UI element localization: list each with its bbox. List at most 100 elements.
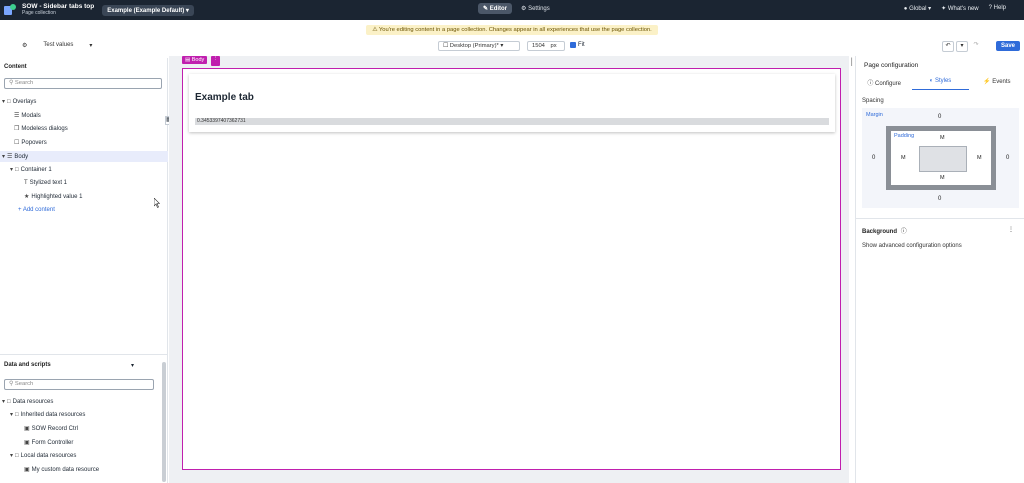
search-icon: ⚲ (9, 381, 14, 387)
data-search-input[interactable]: ⚲ Search (4, 379, 154, 390)
app-logo-icon (4, 4, 16, 16)
tab-configure[interactable]: ⓘ Configure (856, 78, 912, 90)
test-values-icon: ⚙ (22, 43, 28, 49)
margin-right-value[interactable]: 0 (1006, 155, 1009, 161)
padding-left-value[interactable]: M (901, 155, 906, 161)
tree-label: Local data resources (20, 452, 77, 459)
panel-title: Page configuration (864, 62, 919, 69)
chevron-down-icon: ▾ (10, 412, 14, 418)
add-content-link[interactable]: + Add content (18, 207, 55, 213)
margin-top-value[interactable]: 0 (938, 114, 941, 120)
chevron-down-icon: ▾ (10, 453, 14, 459)
chevron-down-icon[interactable]: ▾ (131, 362, 134, 369)
background-section[interactable]: Background ⓘ (862, 226, 907, 235)
tree-item-highlighted-value[interactable]: ★ Highlighted value 1 (24, 193, 83, 201)
padding-bottom-value[interactable]: M (940, 175, 945, 181)
layout-icon: ☰ (7, 154, 13, 160)
text-icon: T (24, 180, 28, 186)
fit-checkbox[interactable]: Fit (570, 42, 585, 48)
tree-label: Container 1 (20, 166, 52, 173)
tree-item-form-controller[interactable]: ▣ Form Controller (24, 439, 74, 447)
checkbox-checked-icon (570, 42, 576, 48)
body-selection-tag[interactable]: ▤ Body (182, 56, 208, 64)
tree-label: Data resources (12, 398, 54, 405)
padding-right-value[interactable]: M (977, 155, 982, 161)
tree-label: Modals (21, 112, 41, 119)
tree-item-stylized-text[interactable]: T Stylized text 1 (24, 180, 67, 186)
tree-item-body[interactable]: ▾ ☰ Body (2, 153, 28, 161)
tree-label: Stylized text 1 (29, 180, 68, 186)
tree-label: My custom data resource (31, 466, 100, 473)
tree-item-popovers[interactable]: ☐ Popovers (14, 139, 47, 147)
editor-tab[interactable]: ✎ Editor (478, 3, 513, 14)
device-selector[interactable]: ☐ Desktop (Primary)* ▾ (438, 41, 520, 51)
list-icon: ☰ (14, 113, 20, 119)
top-bar: SOW - Sidebar tabs top Page collection E… (0, 0, 1024, 20)
tree-item-local-data[interactable]: ▾ □ Local data resources (10, 452, 77, 460)
collapse-panel-icon[interactable]: │ (850, 59, 854, 66)
dialog-icon: ❐ (14, 126, 20, 132)
canvas-width-input[interactable]: 1504 px (527, 41, 565, 51)
tree-label: Popovers (21, 139, 47, 146)
whats-new-button[interactable]: ✦ What's new (941, 5, 979, 12)
star-icon: ★ (24, 194, 30, 200)
tree-item-modeless-dialogs[interactable]: ❐ Modeless dialogs (14, 125, 68, 133)
folder-icon: □ (15, 411, 19, 418)
chevron-down-icon: ▾ (2, 154, 6, 160)
tree-item-inherited-data[interactable]: ▾ □ Inherited data resources (10, 411, 85, 419)
app-subtitle: Page collection (22, 10, 56, 17)
canvas-area: ▤ Body ⋮ Example tab 0.3453397407362731 (169, 56, 849, 483)
undo-button[interactable]: ↶ (942, 41, 954, 52)
container-widget[interactable]: Example tab 0.3453397407362731 (189, 74, 835, 132)
tree-item-data-resources[interactable]: ▾ □ Data resources (2, 398, 54, 406)
content-search-input[interactable]: ⚲ Search (4, 78, 162, 89)
chevron-down-icon: ▾ (10, 167, 14, 173)
tree-label: Form Controller (31, 439, 74, 446)
search-placeholder: Search (14, 80, 34, 86)
canvas-width-unit: px (550, 43, 557, 49)
tree-item-container[interactable]: ▾ □ Container 1 (10, 166, 52, 174)
spacing-header: Spacing (862, 98, 884, 104)
margin-bottom-value[interactable]: 0 (938, 196, 941, 202)
tab-events[interactable]: ⚡ Events (969, 78, 1024, 90)
help-button[interactable]: ? Help (989, 5, 1006, 12)
app-titles: SOW - Sidebar tabs top Page collection (22, 3, 94, 17)
redo-button[interactable]: ↷ (970, 41, 982, 52)
experience-selector[interactable]: Example (Example Default) ▾ (102, 4, 194, 16)
page-canvas[interactable]: Example tab 0.3453397407362731 (182, 68, 841, 470)
widget-title[interactable]: Example tab (195, 92, 254, 103)
tree-label: Highlighted value 1 (31, 193, 83, 200)
tab-styles[interactable]: ◐ Styles (912, 78, 969, 90)
test-values-selector[interactable]: ⚙ Test values ▾ (22, 42, 92, 49)
chevron-down-icon: ▾ (2, 99, 6, 105)
test-values-label: Test values (43, 42, 74, 48)
config-panel: │ Page configuration ⓘ Configure ◐ Style… (850, 56, 1024, 483)
highlighted-value[interactable]: 0.3453397407362731 (195, 118, 829, 125)
content-box (919, 146, 967, 172)
editor-toolbar: ⚙ Test values ▾ ☐ Desktop (Primary)* ▾ 1… (0, 40, 1024, 56)
fit-label: Fit (578, 42, 585, 48)
data-scripts-header[interactable]: Data and scripts (4, 362, 51, 368)
body-tag-menu-icon[interactable]: ⋮ (211, 56, 220, 66)
advanced-options-link[interactable]: Show advanced configuration options (862, 243, 962, 249)
tree-item-custom-data[interactable]: ▣ My custom data resource (24, 466, 100, 474)
sidebar-scrollbar[interactable] (162, 362, 166, 482)
margin-left-value[interactable]: 0 (872, 155, 875, 161)
data-resource-icon: ▣ (24, 440, 30, 446)
undo-group: ↶ ▾ ↷ (942, 41, 982, 52)
background-header: Background (862, 229, 898, 235)
tree-item-overlays[interactable]: ▾ □ Overlays (2, 98, 36, 106)
tree-label: Modeless dialogs (21, 125, 68, 132)
undo-menu-button[interactable]: ▾ (956, 41, 968, 52)
tree-item-modals[interactable]: ☰ Modals (14, 112, 41, 120)
mouse-cursor-icon (154, 198, 160, 208)
settings-tab[interactable]: ⚙ Settings (516, 3, 555, 14)
save-button[interactable]: Save (996, 41, 1021, 51)
info-icon: ⓘ (900, 229, 907, 235)
container-icon: □ (15, 166, 19, 173)
more-options-icon[interactable]: ⋮ (1008, 226, 1014, 233)
tree-item-sow-record-ctrl[interactable]: ▣ SOW Record Ctrl (24, 425, 78, 433)
padding-top-value[interactable]: M (940, 135, 945, 141)
right-nav: ● Global ▾ ✦ What's new ? Help (904, 5, 1006, 12)
global-menu[interactable]: ● Global ▾ (904, 5, 931, 12)
